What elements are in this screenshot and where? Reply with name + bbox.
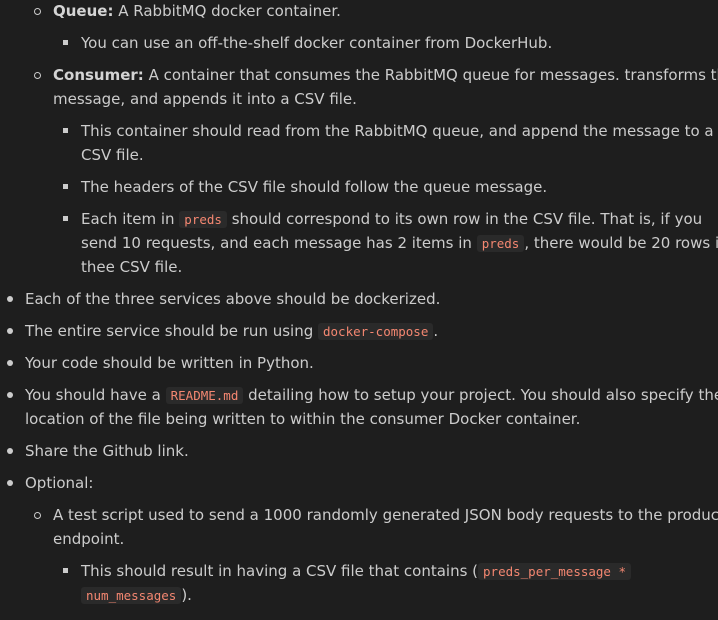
list-item-text: Your code should be written in Python.	[25, 351, 314, 375]
inline-code: preds	[476, 235, 525, 252]
list-item-text: This container should read from the Rabb…	[81, 119, 714, 167]
list-item-text: You should have a README.md detailing ho…	[25, 383, 718, 431]
text-segment: Each of the three services above should …	[25, 290, 441, 308]
text-segment: message, and appends it into a CSV file.	[53, 90, 357, 108]
square-bullet-icon	[63, 568, 68, 573]
list-item-text: The headers of the CSV file should follo…	[81, 175, 547, 199]
list-item-text: Optional:	[25, 471, 93, 495]
text-segment: A test script used to send a 1000 random…	[53, 506, 718, 524]
text-line: The headers of the CSV file should follo…	[81, 175, 547, 199]
text-segment: Each item in	[81, 210, 180, 228]
list-item-text: Queue: A RabbitMQ docker container.	[53, 0, 341, 23]
square-bullet-icon	[63, 216, 68, 221]
text-line: Each of the three services above should …	[25, 287, 440, 311]
text-line: Optional:	[25, 471, 93, 495]
square-bullet-icon	[63, 128, 68, 133]
text-segment: ).	[181, 586, 192, 604]
list-item-text: A test script used to send a 1000 random…	[53, 503, 718, 551]
disc-bullet-icon	[7, 360, 13, 366]
text-segment: A RabbitMQ docker container.	[113, 2, 341, 20]
text-line: This container should read from the Rabb…	[81, 119, 714, 143]
list-item-text: Each item in preds should correspond to …	[81, 207, 718, 279]
text-line: You can use an off-the-shelf docker cont…	[81, 31, 552, 55]
text-segment: CSV file.	[81, 146, 144, 164]
text-segment: detailing how to setup your project. You…	[243, 386, 718, 404]
inline-code: preds_per_message *	[478, 563, 632, 580]
text-line: message, and appends it into a CSV file.	[53, 87, 718, 111]
text-line: thee CSV file.	[81, 255, 718, 279]
text-segment: should correspond to its own row in the …	[226, 210, 703, 228]
text-line: A test script used to send a 1000 random…	[53, 503, 718, 527]
bold-label: Queue:	[53, 2, 114, 20]
text-line: Share the Github link.	[25, 439, 189, 463]
text-segment: The entire service should be run using	[25, 322, 318, 340]
text-segment: A container that consumes the RabbitMQ q…	[143, 66, 718, 84]
text-segment: Share the Github link.	[25, 442, 189, 460]
text-line: You should have a README.md detailing ho…	[25, 383, 718, 407]
text-segment: This should result in having a CSV file …	[81, 562, 479, 580]
text-line: Consumer: A container that consumes the …	[53, 63, 718, 87]
text-line: The entire service should be run using d…	[25, 319, 438, 343]
text-line: Queue: A RabbitMQ docker container.	[53, 0, 341, 23]
text-line: endpoint.	[53, 527, 718, 551]
text-line: CSV file.	[81, 143, 714, 167]
disc-bullet-icon	[7, 480, 13, 486]
text-line: This should result in having a CSV file …	[81, 559, 632, 583]
square-bullet-icon	[63, 184, 68, 189]
list-item-text: Consumer: A container that consumes the …	[53, 63, 718, 111]
inline-code: docker-compose	[318, 323, 434, 340]
list-item-text: The entire service should be run using d…	[25, 319, 438, 343]
circle-bullet-icon	[34, 72, 41, 79]
text-segment: Your code should be written in Python.	[25, 354, 314, 372]
inline-code: README.md	[165, 387, 244, 404]
text-segment: .	[433, 322, 439, 340]
text-segment: This container should read from the Rabb…	[81, 122, 714, 140]
list-item-text: This should result in having a CSV file …	[81, 559, 632, 607]
text-segment: endpoint.	[53, 530, 125, 548]
inline-code: preds	[179, 211, 227, 228]
text-segment: thee CSV file.	[81, 258, 183, 276]
list-item-text: You can use an off-the-shelf docker cont…	[81, 31, 552, 55]
disc-bullet-icon	[7, 328, 13, 334]
inline-code: num_messages	[81, 587, 182, 604]
text-segment: Optional:	[25, 474, 94, 492]
square-bullet-icon	[63, 40, 68, 45]
text-segment: send 10 requests, and each message has 2…	[81, 234, 477, 252]
text-line: location of the file being written to wi…	[25, 407, 718, 431]
text-segment: The headers of the CSV file should follo…	[81, 178, 548, 196]
text-segment: , there would be 20 rows in	[524, 234, 718, 252]
text-line: Each item in preds should correspond to …	[81, 207, 718, 231]
list-item-text: Share the Github link.	[25, 439, 189, 463]
list-item-text: Each of the three services above should …	[25, 287, 440, 311]
disc-bullet-icon	[7, 392, 13, 398]
text-segment: You should have a	[25, 386, 166, 404]
text-line: send 10 requests, and each message has 2…	[81, 231, 718, 255]
text-segment: location of the file being written to wi…	[25, 410, 581, 428]
disc-bullet-icon	[7, 448, 13, 454]
requirements-document: Queue: A RabbitMQ docker container. You …	[0, 0, 718, 620]
text-line: num_messages).	[81, 583, 631, 607]
text-line: Your code should be written in Python.	[25, 351, 314, 375]
circle-bullet-icon	[34, 8, 41, 15]
bold-label: Consumer:	[53, 66, 144, 84]
text-segment: You can use an off-the-shelf docker cont…	[81, 34, 553, 52]
disc-bullet-icon	[7, 296, 13, 302]
circle-bullet-icon	[34, 512, 41, 519]
